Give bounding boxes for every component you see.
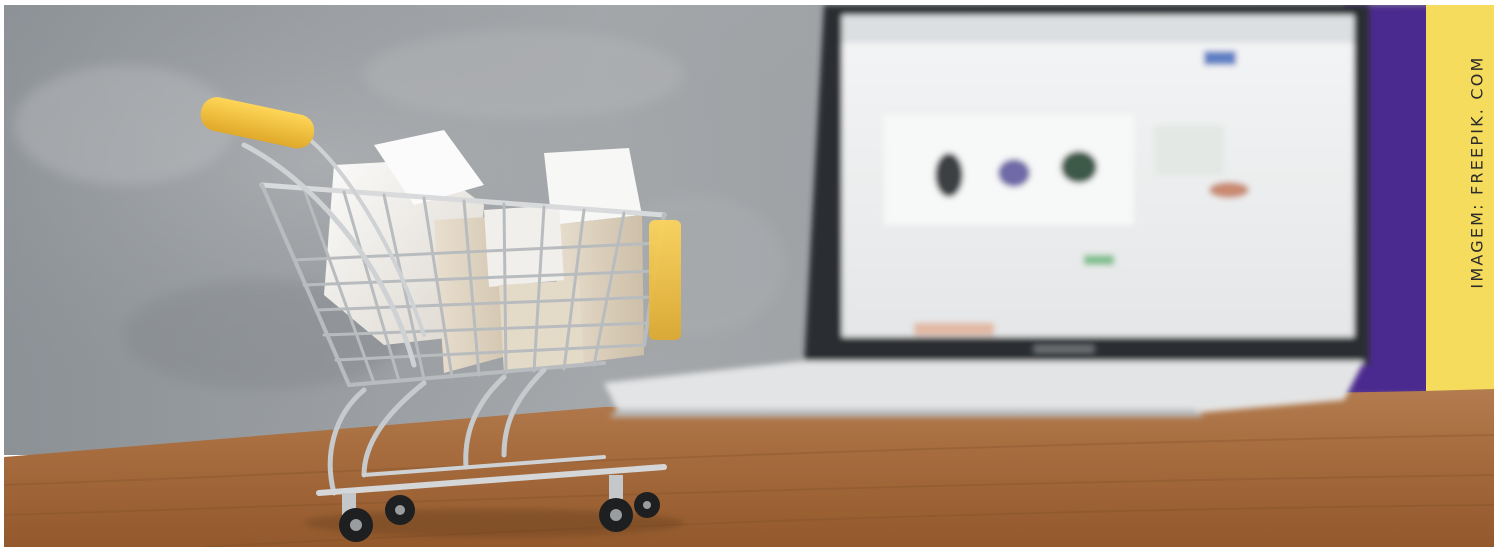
photo: [4, 5, 1494, 547]
image-credit: IMAGEM: FREEPIK. COM: [1467, 55, 1487, 289]
shopping-scene-illustration: [4, 5, 1494, 547]
photo-banner: IMAGEM: FREEPIK. COM: [0, 0, 1498, 551]
